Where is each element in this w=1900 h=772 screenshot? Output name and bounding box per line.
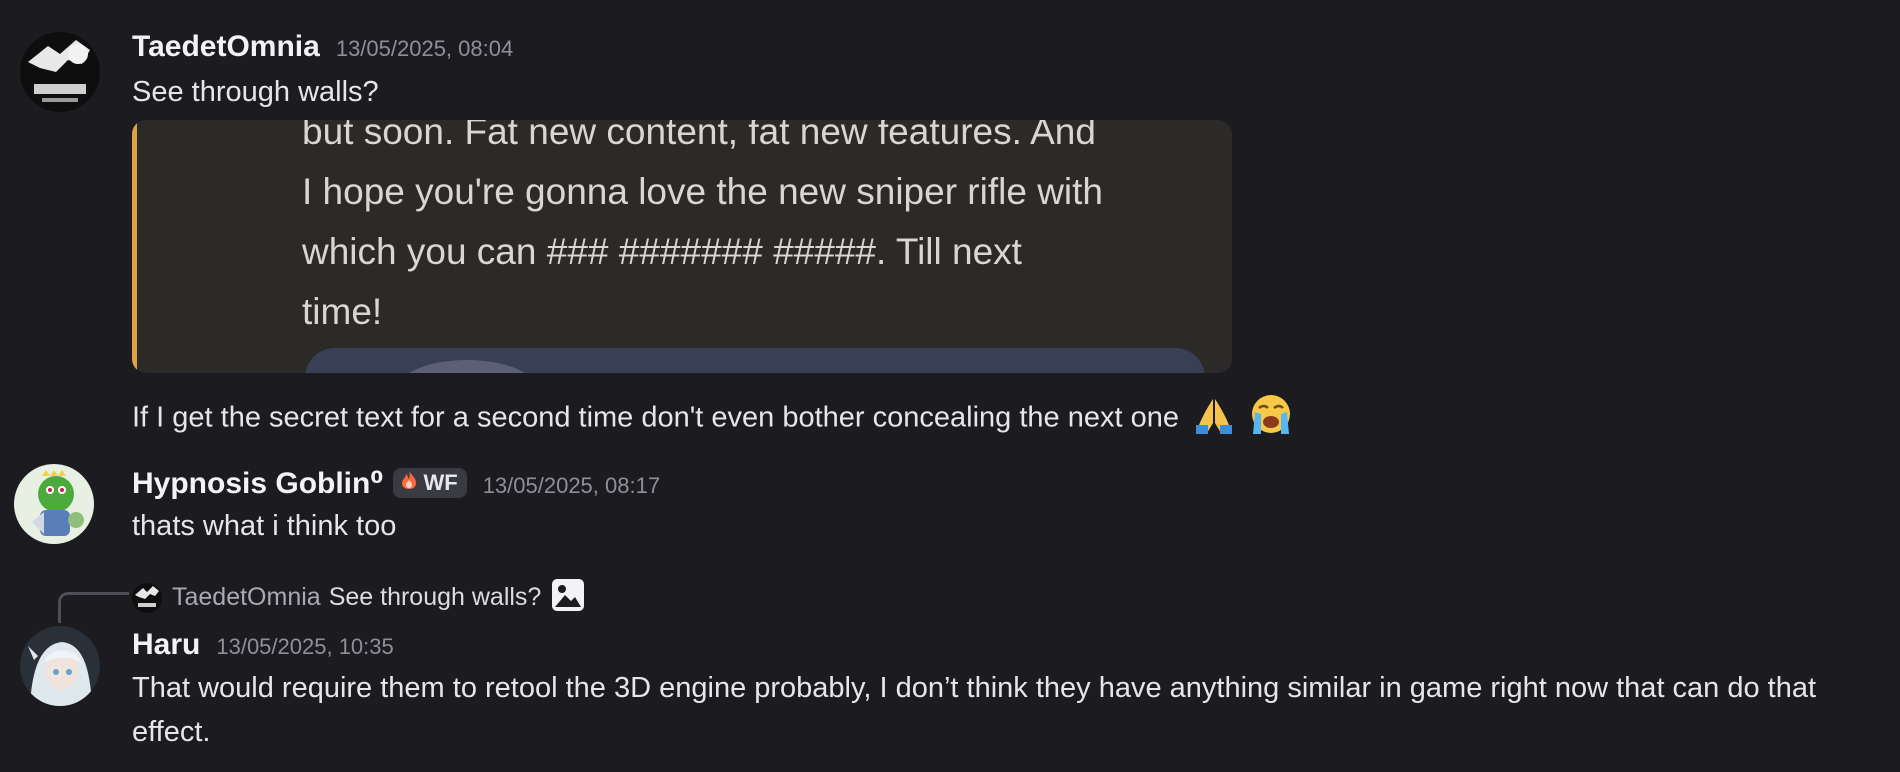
- message-text: thats what i think too: [132, 510, 397, 542]
- followup-text: If I get the secret text for a second ti…: [132, 401, 1179, 434]
- avatar-hypnosis-goblin[interactable]: [14, 464, 94, 544]
- message-text: That would require them to retool the 3D…: [132, 672, 1817, 748]
- reply-text[interactable]: See through walls?: [329, 583, 542, 612]
- embed-screenshot-text: but soon. Fat new content, fat new featu…: [302, 120, 1202, 342]
- author-name[interactable]: TaedetOmnia: [132, 30, 320, 64]
- message-header: TaedetOmnia 13/05/2025, 08:04: [132, 30, 513, 64]
- message-timestamp[interactable]: 13/05/2025, 08:17: [483, 473, 660, 499]
- message-text-followup: If I get the secret text for a second ti…: [132, 394, 1293, 444]
- embed-line: I hope you're gonna love the new sniper …: [302, 171, 1103, 212]
- author-name[interactable]: Hypnosis Goblin⁰: [132, 466, 383, 501]
- image-icon: [551, 578, 585, 617]
- image-embed[interactable]: but soon. Fat new content, fat new featu…: [132, 120, 1232, 373]
- folded-hands-emoji[interactable]: [1193, 395, 1235, 443]
- author-name[interactable]: Haru: [132, 628, 200, 662]
- reply-reference[interactable]: TaedetOmnia See through walls?: [132, 578, 585, 617]
- loudly-crying-emoji[interactable]: [1249, 394, 1293, 444]
- badge-label: WF: [423, 470, 458, 495]
- embed-line: which you can ### ####### #####. Till ne…: [302, 231, 1022, 272]
- reply-author[interactable]: TaedetOmnia: [172, 583, 321, 612]
- avatar-taedetomnia[interactable]: [20, 32, 100, 112]
- message-timestamp[interactable]: 13/05/2025, 08:04: [336, 36, 513, 62]
- reply-connector: [58, 592, 129, 623]
- message-header: Haru 13/05/2025, 10:35: [132, 628, 394, 662]
- message-header: Hypnosis Goblin⁰ WF 13/05/2025, 08:17: [132, 466, 660, 501]
- embed-image-shape: [397, 360, 537, 373]
- guild-tag-badge[interactable]: WF: [393, 468, 467, 498]
- embed-accent-bar: [132, 120, 137, 373]
- reply-avatar[interactable]: [132, 582, 162, 613]
- message-text: See through walls?: [132, 76, 379, 108]
- avatar-haru[interactable]: [20, 626, 100, 706]
- embed-line: but soon. Fat new content, fat new featu…: [302, 120, 1096, 152]
- embed-line: time!: [302, 291, 383, 332]
- flame-icon: [400, 470, 418, 496]
- embed-partial-image: [305, 348, 1205, 373]
- message-timestamp[interactable]: 13/05/2025, 10:35: [216, 634, 393, 660]
